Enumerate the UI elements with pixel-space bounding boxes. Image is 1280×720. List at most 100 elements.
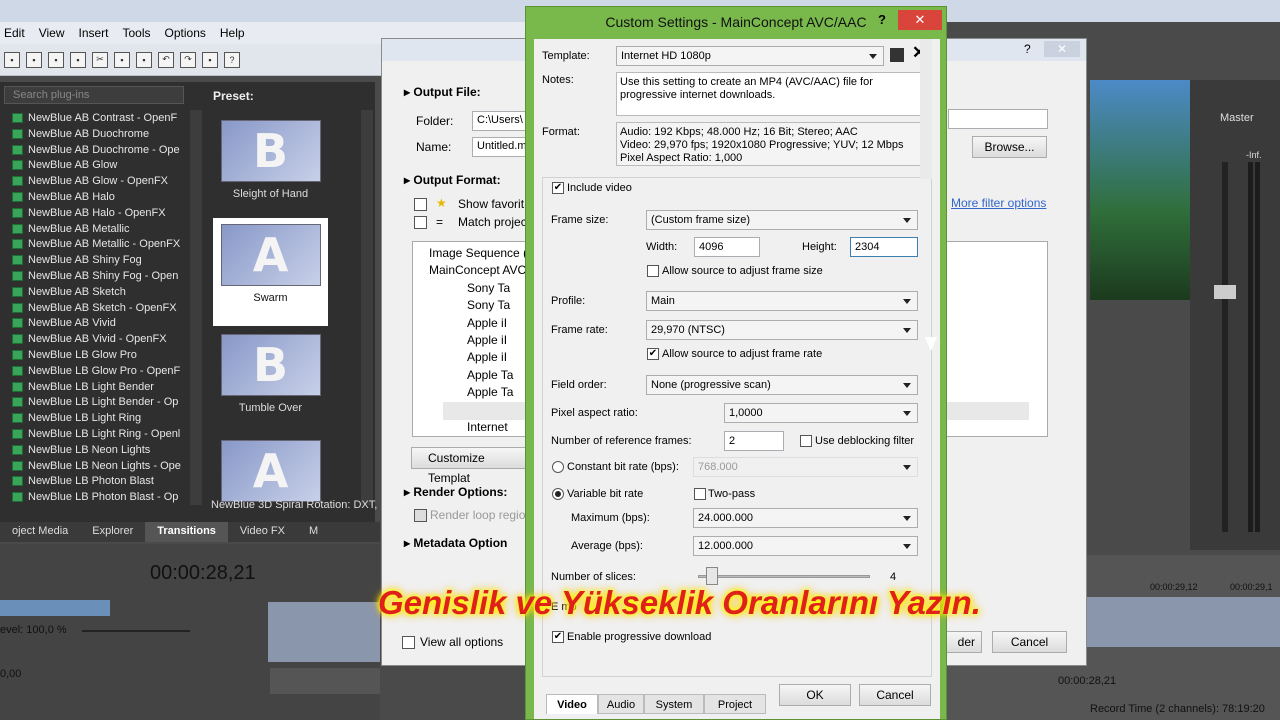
dialog-scrollbar[interactable]: [920, 39, 932, 179]
save-template-icon[interactable]: [890, 48, 904, 62]
tool-icon[interactable]: ▪: [202, 51, 218, 68]
plugin-item[interactable]: NewBlue AB Halo - OpenFX: [0, 205, 188, 221]
tab-system[interactable]: System: [644, 694, 704, 714]
more-filter-link[interactable]: More filter options: [951, 196, 1046, 210]
tab-more[interactable]: M: [297, 522, 330, 542]
tree-item[interactable]: Image Sequence (*: [429, 246, 532, 260]
tab-video-fx[interactable]: Video FX: [228, 522, 297, 542]
plugin-item[interactable]: NewBlue LB Light Bender - Op: [0, 394, 188, 410]
render-cancel-button[interactable]: Cancel: [992, 631, 1067, 653]
par-dropdown[interactable]: 1,0000: [724, 403, 918, 423]
frame-size-dropdown[interactable]: (Custom frame size): [646, 210, 918, 230]
preset-swarm[interactable]: A Swarm: [213, 218, 328, 326]
plugin-scrollbar[interactable]: [190, 110, 202, 505]
plugin-item[interactable]: NewBlue AB Glow: [0, 157, 188, 173]
vbr-radio[interactable]: [552, 488, 564, 500]
match-project-checkbox[interactable]: [414, 216, 427, 229]
plugin-item[interactable]: NewBlue AB Duochrome: [0, 126, 188, 142]
plugin-item[interactable]: NewBlue LB Photon Blast - Op: [0, 489, 188, 505]
plugin-item[interactable]: NewBlue LB Glow Pro: [0, 347, 188, 363]
folder-input[interactable]: C:\Users\: [472, 111, 528, 131]
allow-frame-size-checkbox[interactable]: [647, 265, 659, 277]
new-icon[interactable]: ▪: [4, 51, 20, 68]
ref-frames-input[interactable]: 2: [724, 431, 784, 451]
progressive-download-checkbox[interactable]: ✔: [552, 631, 564, 643]
max-bps-dropdown[interactable]: 24.000.000: [693, 508, 918, 528]
tab-project[interactable]: Project: [704, 694, 766, 714]
cut-icon[interactable]: ✂: [92, 51, 108, 68]
render-icon[interactable]: ▪: [48, 51, 64, 68]
two-pass-checkbox[interactable]: [694, 488, 706, 500]
render-help-button[interactable]: ?: [1024, 42, 1031, 56]
tree-item[interactable]: MainConcept AVC/: [429, 263, 530, 277]
plugin-item[interactable]: NewBlue LB Neon Lights - Ope: [0, 458, 188, 474]
render-loop-checkbox[interactable]: [414, 509, 427, 522]
properties-icon[interactable]: ▪: [70, 51, 86, 68]
tree-item[interactable]: Apple Ta: [467, 368, 513, 382]
plugin-search-input[interactable]: Search plug-ins: [4, 86, 184, 104]
plugin-item[interactable]: NewBlue AB Sketch - OpenFX: [0, 300, 188, 316]
plugin-item[interactable]: NewBlue AB Sketch: [0, 284, 188, 300]
menu-tools[interactable]: Tools: [123, 26, 151, 40]
preset-tumble-over[interactable]: B Tumble Over: [213, 328, 328, 436]
view-all-checkbox[interactable]: [402, 636, 415, 649]
tree-item[interactable]: Sony Ta: [467, 298, 510, 312]
tree-item[interactable]: Apple iI: [467, 333, 507, 347]
preset-spiral[interactable]: A: [213, 434, 328, 502]
plugin-item[interactable]: NewBlue AB Glow - OpenFX: [0, 173, 188, 189]
preset-scrollbar[interactable]: [361, 110, 373, 505]
cbr-radio[interactable]: [552, 461, 564, 473]
level-slider[interactable]: [82, 630, 190, 632]
menu-edit[interactable]: Edit: [4, 26, 25, 40]
tab-project-media[interactable]: oject Media: [0, 522, 80, 542]
tree-item[interactable]: Internet: [467, 420, 508, 434]
plugin-item[interactable]: NewBlue AB Vivid - OpenFX: [0, 331, 188, 347]
slices-slider-thumb[interactable]: [706, 567, 718, 585]
show-favorites-checkbox[interactable]: [414, 198, 427, 211]
preset-sleight-of-hand[interactable]: B Sleight of Hand: [213, 114, 328, 222]
menu-view[interactable]: View: [39, 26, 65, 40]
paste-icon[interactable]: ▪: [136, 51, 152, 68]
plugin-item[interactable]: NewBlue LB Light Bender: [0, 379, 188, 395]
plugin-item[interactable]: NewBlue LB Photon Blast: [0, 473, 188, 489]
tab-explorer[interactable]: Explorer: [80, 522, 145, 542]
undo-icon[interactable]: ↶: [158, 51, 174, 68]
plugin-item[interactable]: NewBlue AB Vivid: [0, 315, 188, 331]
help-icon[interactable]: ?: [224, 51, 240, 68]
folder-dropdown[interactable]: [948, 109, 1048, 129]
field-order-dropdown[interactable]: None (progressive scan): [646, 375, 918, 395]
name-input[interactable]: Untitled.m: [472, 137, 528, 157]
plugin-item[interactable]: NewBlue LB Neon Lights: [0, 442, 188, 458]
plugin-item[interactable]: NewBlue AB Duochrome - Ope: [0, 142, 188, 158]
tab-audio[interactable]: Audio: [598, 694, 644, 714]
redo-icon[interactable]: ↷: [180, 51, 196, 68]
profile-dropdown[interactable]: Main: [646, 291, 918, 311]
browse-button[interactable]: Browse...: [972, 136, 1047, 158]
template-dropdown[interactable]: Internet HD 1080p: [616, 46, 884, 66]
plugin-item[interactable]: NewBlue AB Metallic: [0, 221, 188, 237]
include-video-checkbox[interactable]: ✔: [552, 182, 564, 194]
plugin-item[interactable]: NewBlue AB Contrast - OpenF: [0, 110, 188, 126]
plugin-item[interactable]: NewBlue AB Halo: [0, 189, 188, 205]
avg-bps-dropdown[interactable]: 12.000.000: [693, 536, 918, 556]
cbr-dropdown[interactable]: 768.000: [693, 457, 918, 477]
menu-options[interactable]: Options: [165, 26, 206, 40]
tree-item[interactable]: Sony Ta: [467, 281, 510, 295]
render-close-button[interactable]: ✕: [1044, 41, 1080, 57]
plugin-item[interactable]: NewBlue AB Shiny Fog - Open: [0, 268, 188, 284]
customize-template-button[interactable]: Customize Templat: [411, 447, 527, 485]
mixer-fader-handle[interactable]: [1214, 285, 1236, 299]
tab-video[interactable]: Video: [546, 694, 598, 714]
allow-frame-rate-checkbox[interactable]: ✔: [647, 348, 659, 360]
plugin-item[interactable]: NewBlue LB Glow Pro - OpenF: [0, 363, 188, 379]
copy-icon[interactable]: ▪: [114, 51, 130, 68]
plugin-item[interactable]: NewBlue AB Metallic - OpenFX: [0, 236, 188, 252]
dialog-close-button[interactable]: ✕: [898, 10, 942, 30]
save-icon[interactable]: ▪: [26, 51, 42, 68]
plugin-item[interactable]: NewBlue AB Shiny Fog: [0, 252, 188, 268]
dialog-help-button[interactable]: ?: [878, 12, 886, 27]
tree-item[interactable]: Apple iI: [467, 350, 507, 364]
menu-insert[interactable]: Insert: [78, 26, 108, 40]
timeline-track[interactable]: [268, 602, 380, 662]
width-input[interactable]: 4096: [694, 237, 760, 257]
